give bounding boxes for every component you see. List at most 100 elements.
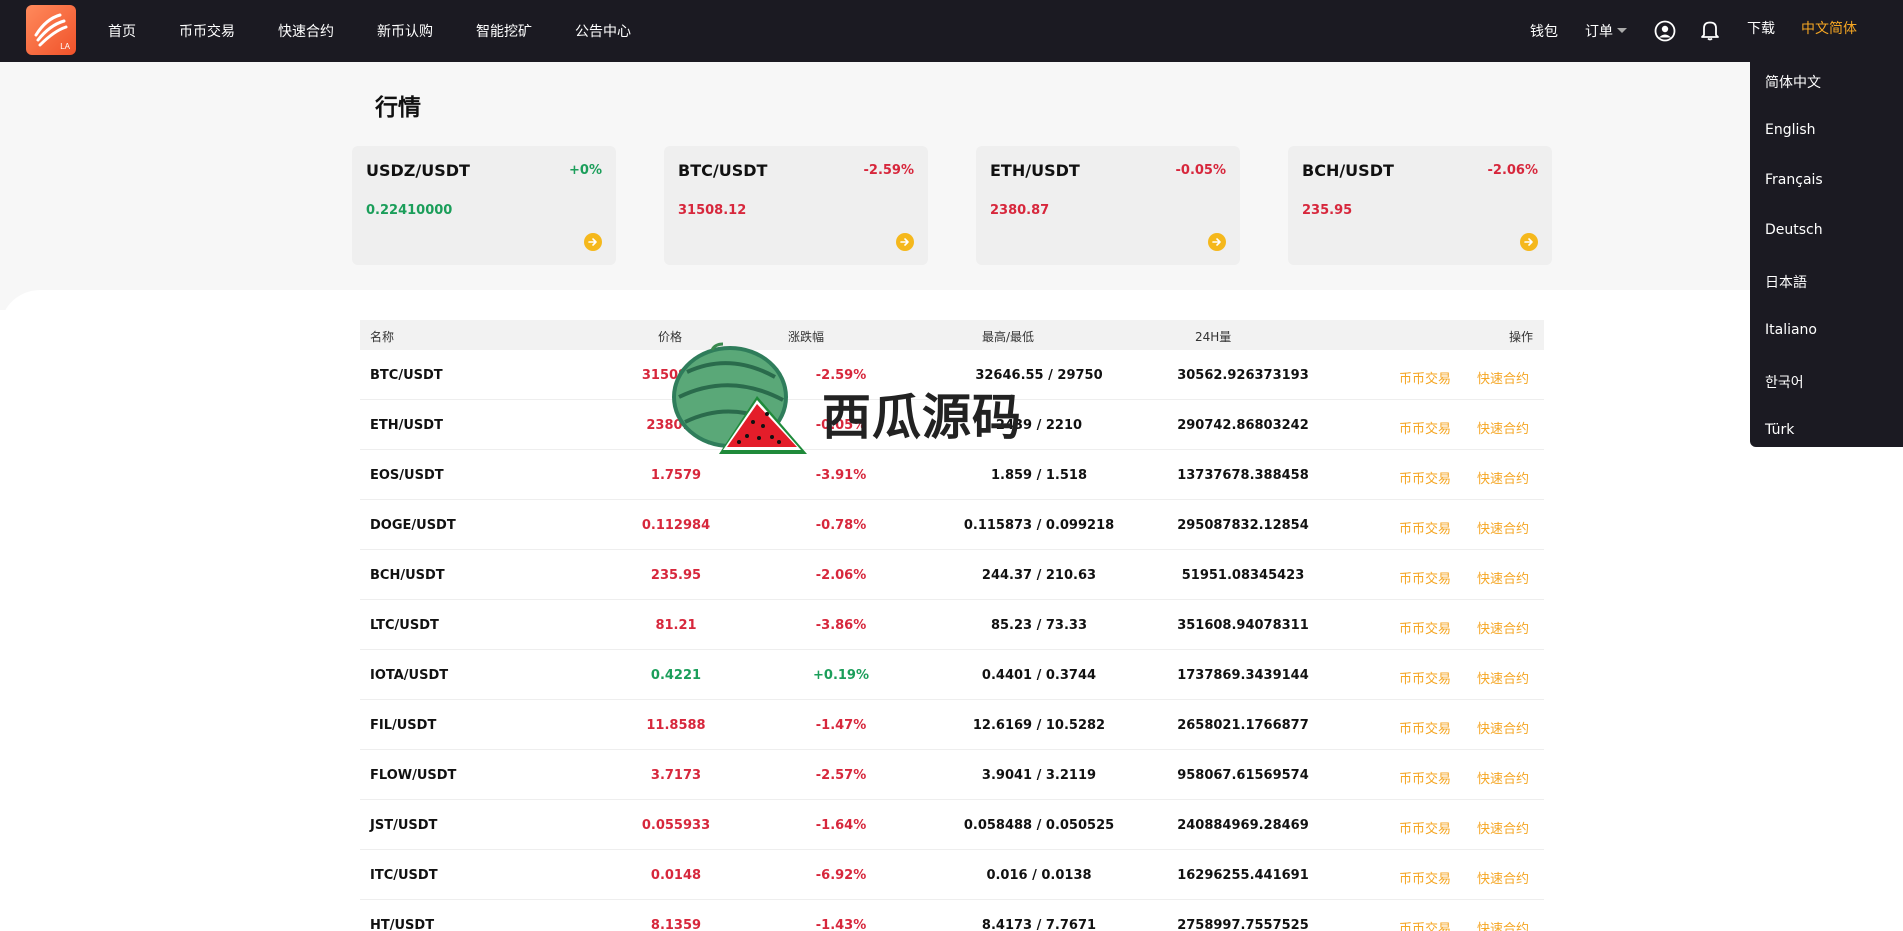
top-navbar: LA 首页 币币交易 快速合约 新币认购 智能挖矿 公告中心 钱包 订单 下载 … — [0, 0, 1903, 62]
market-header-area — [0, 62, 1903, 310]
table-row[interactable]: EOS/USDT 1.7579 -3.91% 1.859 / 1.518 1373767… — [360, 450, 1544, 500]
pair-name: FIL/USDT — [370, 718, 437, 733]
brand-logo[interactable]: LA — [26, 5, 76, 55]
lang-option-it[interactable]: Italiano — [1765, 322, 1817, 338]
table-row[interactable]: IOTA/USDT 0.4221 +0.19% 0.4401 / 0.3744 1737… — [360, 650, 1544, 700]
nav-wallet[interactable]: 钱包 — [1530, 21, 1558, 41]
table-row[interactable]: FLOW/USDT 3.7173 -2.57% 3.9041 / 3.2119 9580… — [360, 750, 1544, 800]
pair-change: -3.91% — [815, 468, 867, 483]
caret-down-icon[interactable] — [1617, 28, 1627, 33]
table-row[interactable]: DOGE/USDT 0.112984 -0.78% 0.115873 / 0.0992… — [360, 500, 1544, 550]
nav-orders[interactable]: 订单 — [1585, 21, 1613, 41]
pair-name: BTC/USDT — [370, 368, 443, 383]
arrow-right-circle-icon[interactable] — [896, 233, 914, 251]
nav-download[interactable]: 下载 — [1747, 18, 1775, 38]
spot-trade-link[interactable]: 币币交易 — [1399, 768, 1451, 787]
quick-contract-link[interactable]: 快速合约 — [1477, 918, 1529, 931]
arrow-right-circle-icon[interactable] — [584, 233, 602, 251]
main-nav: 首页 币币交易 快速合约 新币认购 智能挖矿 公告中心 — [108, 0, 674, 62]
lang-option-de[interactable]: Deutsch — [1765, 222, 1823, 238]
ticker-change: -2.06% — [1487, 163, 1539, 178]
lang-option-zh-cn[interactable]: 简体中文 — [1765, 72, 1821, 92]
pair-volume: 240884969.28469 — [1177, 818, 1309, 833]
ticker-change: -2.59% — [863, 163, 915, 178]
lang-option-fr[interactable]: Français — [1765, 172, 1823, 188]
lang-option-en[interactable]: English — [1765, 122, 1816, 138]
ticker-card[interactable]: BTC/USDT -2.59% 31508.12 — [664, 146, 928, 265]
quick-contract-link[interactable]: 快速合约 — [1477, 818, 1529, 837]
pair-high-low: 12.6169 / 10.5282 — [972, 718, 1106, 733]
pair-name: IOTA/USDT — [370, 668, 449, 683]
pair-high-low: 0.058488 / 0.050525 — [963, 818, 1115, 833]
bell-icon[interactable] — [1700, 19, 1720, 41]
pair-volume: 958067.61569574 — [1177, 768, 1309, 783]
spot-trade-link[interactable]: 币币交易 — [1399, 518, 1451, 537]
pair-name: ITC/USDT — [370, 868, 438, 883]
arrow-right-circle-icon[interactable] — [1520, 233, 1538, 251]
ticker-card[interactable]: BCH/USDT -2.06% 235.95 — [1288, 146, 1552, 265]
pair-volume: 351608.94078311 — [1177, 618, 1309, 633]
pair-change: -2.57% — [815, 768, 867, 783]
quick-contract-link[interactable]: 快速合约 — [1477, 368, 1529, 387]
spot-trade-link[interactable]: 币币交易 — [1399, 918, 1451, 931]
logo-text: LA — [60, 42, 70, 51]
quick-contract-link[interactable]: 快速合约 — [1477, 518, 1529, 537]
quick-contract-link[interactable]: 快速合约 — [1477, 418, 1529, 437]
lang-option-ja[interactable]: 日本語 — [1765, 272, 1807, 292]
table-row[interactable]: JST/USDT 0.055933 -1.64% 0.058488 / 0.05052… — [360, 800, 1544, 850]
nav-item-home[interactable]: 首页 — [108, 21, 136, 41]
pair-name: ETH/USDT — [370, 418, 443, 433]
spot-trade-link[interactable]: 币币交易 — [1399, 468, 1451, 487]
header-price: 价格 — [658, 330, 683, 344]
spot-trade-link[interactable]: 币币交易 — [1399, 568, 1451, 587]
ticker-pair: BCH/USDT — [1302, 161, 1394, 180]
pair-name: DOGE/USDT — [370, 518, 456, 533]
spot-trade-link[interactable]: 币币交易 — [1399, 368, 1451, 387]
pair-change: -1.43% — [815, 918, 867, 931]
ticker-card[interactable]: USDZ/USDT +0% 0.22410000 — [352, 146, 616, 265]
nav-item-smart-mining[interactable]: 智能挖矿 — [476, 21, 532, 41]
arrow-right-circle-icon[interactable] — [1208, 233, 1226, 251]
nav-item-new-coin-subscription[interactable]: 新币认购 — [377, 21, 433, 41]
spot-trade-link[interactable]: 币币交易 — [1399, 718, 1451, 737]
pair-price: 11.8588 — [646, 718, 706, 733]
table-row[interactable]: ETH/USDT 2380.87 -0.05% 2439 / 2210 290742.8… — [360, 400, 1544, 450]
header-high-low: 最高/最低 — [982, 330, 1035, 344]
pair-price: 0.112984 — [641, 518, 711, 533]
quick-contract-link[interactable]: 快速合约 — [1477, 768, 1529, 787]
table-row[interactable]: FIL/USDT 11.8588 -1.47% 12.6169 / 10.5282 26… — [360, 700, 1544, 750]
spot-trade-link[interactable]: 币币交易 — [1399, 618, 1451, 637]
ticker-price: 2380.87 — [990, 203, 1050, 218]
table-row[interactable]: BCH/USDT 235.95 -2.06% 244.37 / 210.63 51951… — [360, 550, 1544, 600]
header-action: 操作 — [1509, 330, 1534, 344]
table-row[interactable]: ITC/USDT 0.0148 -6.92% 0.016 / 0.0138 162962… — [360, 850, 1544, 900]
header-change: 涨跌幅 — [788, 330, 825, 344]
pair-volume: 295087832.12854 — [1177, 518, 1309, 533]
table-row[interactable]: LTC/USDT 81.21 -3.86% 85.23 / 73.33 351608.9… — [360, 600, 1544, 650]
pair-change: +0.19% — [813, 668, 869, 683]
quick-contract-link[interactable]: 快速合约 — [1477, 868, 1529, 887]
table-row[interactable]: BTC/USDT 31508.12 -2.59% 32646.55 / 29750 30… — [360, 350, 1544, 400]
nav-item-spot-trading[interactable]: 币币交易 — [179, 21, 235, 41]
table-row[interactable]: HT/USDT 8.1359 -1.43% 8.4173 / 7.7671 275899… — [360, 900, 1544, 931]
pair-name: LTC/USDT — [370, 618, 439, 633]
quick-contract-link[interactable]: 快速合约 — [1477, 468, 1529, 487]
nav-item-quick-contract[interactable]: 快速合约 — [278, 21, 334, 41]
quick-contract-link[interactable]: 快速合约 — [1477, 618, 1529, 637]
lang-option-tr[interactable]: Türk — [1765, 422, 1794, 438]
spot-trade-link[interactable]: 币币交易 — [1399, 418, 1451, 437]
lang-option-ko[interactable]: 한국어 — [1765, 372, 1804, 392]
header-name: 名称 — [370, 330, 395, 344]
spot-trade-link[interactable]: 币币交易 — [1399, 668, 1451, 687]
quick-contract-link[interactable]: 快速合约 — [1477, 668, 1529, 687]
language-selector[interactable]: 中文简体 — [1801, 18, 1857, 38]
quick-contract-link[interactable]: 快速合约 — [1477, 568, 1529, 587]
spot-trade-link[interactable]: 币币交易 — [1399, 818, 1451, 837]
user-circle-icon[interactable] — [1654, 20, 1676, 42]
ticker-change: +0% — [569, 163, 602, 178]
quick-contract-link[interactable]: 快速合约 — [1477, 718, 1529, 737]
nav-item-announcements[interactable]: 公告中心 — [575, 21, 631, 41]
spot-trade-link[interactable]: 币币交易 — [1399, 868, 1451, 887]
ticker-card[interactable]: ETH/USDT -0.05% 2380.87 — [976, 146, 1240, 265]
page-title: 行情 — [375, 95, 421, 121]
